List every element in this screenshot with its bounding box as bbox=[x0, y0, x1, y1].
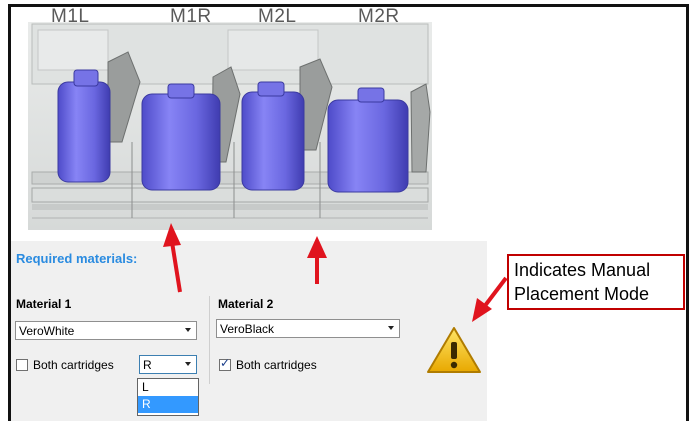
callout-line-2: Placement Mode bbox=[514, 284, 650, 304]
material-2-select[interactable]: VeroBlack bbox=[216, 319, 400, 338]
material-2-label: Material 2 bbox=[218, 297, 274, 311]
material-1-both-cartridges-label: Both cartridges bbox=[33, 358, 114, 372]
side-option-l[interactable]: L bbox=[138, 379, 198, 396]
cartridge-bay-illustration bbox=[28, 22, 432, 230]
material-2-select-value: VeroBlack bbox=[220, 322, 275, 336]
frame-top-border bbox=[8, 4, 688, 7]
material-1-both-cartridges-checkbox[interactable] bbox=[16, 359, 28, 371]
material-1-side-select[interactable]: R bbox=[139, 355, 197, 374]
material-divider bbox=[209, 296, 210, 384]
side-dropdown-list: L R bbox=[137, 378, 199, 416]
manual-placement-callout: Indicates Manual Placement Mode bbox=[507, 254, 685, 310]
callout-line-1: Indicates Manual bbox=[514, 260, 651, 280]
material-2-both-cartridges-label: Both cartridges bbox=[236, 358, 317, 372]
chevron-down-icon bbox=[388, 326, 394, 330]
chevron-down-icon bbox=[185, 328, 191, 332]
material-1-side-value: R bbox=[143, 358, 152, 372]
material-1-select[interactable]: VeroWhite bbox=[15, 321, 197, 340]
chevron-down-icon bbox=[185, 362, 191, 366]
warning-icon bbox=[427, 327, 481, 373]
material-2-both-cartridges-checkbox[interactable] bbox=[219, 356, 231, 371]
side-option-r[interactable]: R bbox=[138, 396, 198, 413]
material-1-label: Material 1 bbox=[16, 297, 72, 311]
required-materials-title: Required materials: bbox=[16, 251, 138, 266]
material-1-select-value: VeroWhite bbox=[19, 324, 75, 338]
